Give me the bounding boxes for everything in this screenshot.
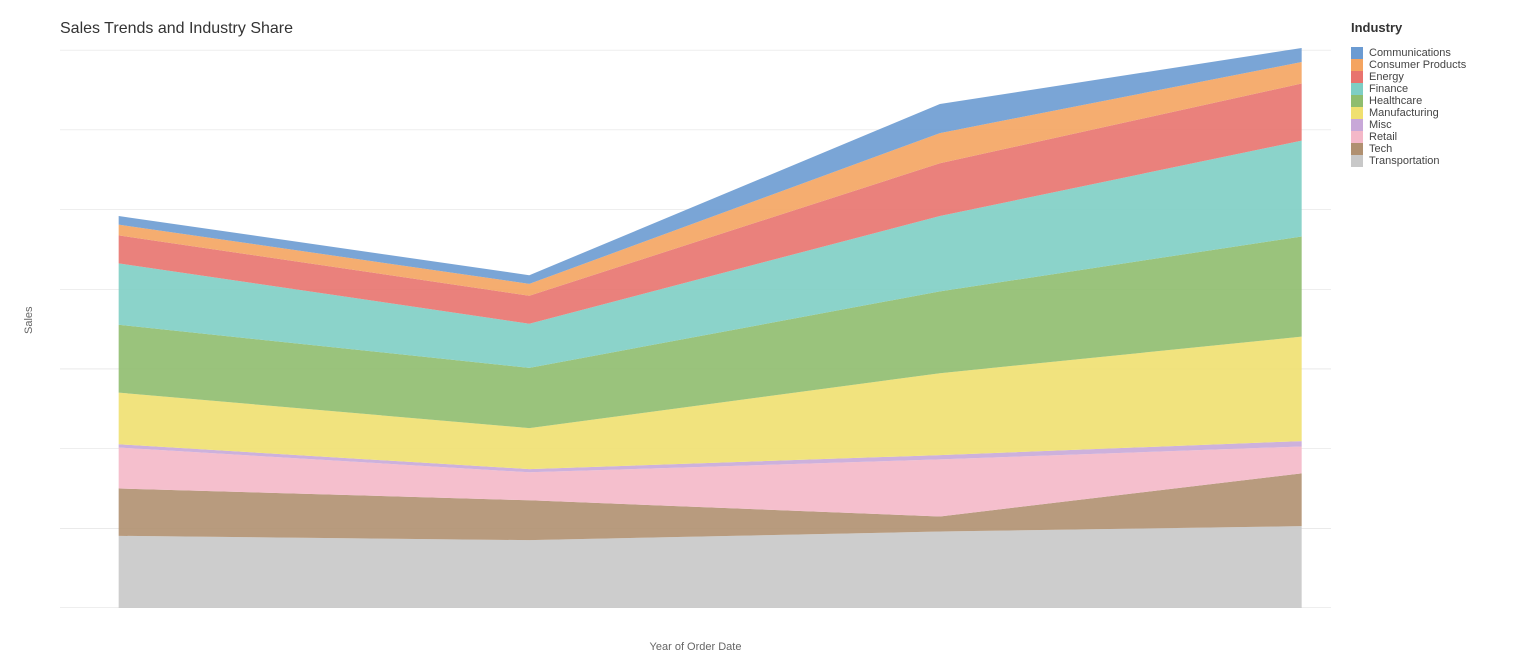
- legend-swatch: [1351, 155, 1363, 167]
- legend-item: Misc: [1351, 119, 1511, 131]
- legend-swatch: [1351, 59, 1363, 71]
- chart-title: Sales Trends and Industry Share: [60, 20, 1331, 38]
- legend-label: Consumer Products: [1369, 59, 1466, 71]
- legend-item: Consumer Products: [1351, 59, 1511, 71]
- legend-swatch: [1351, 131, 1363, 143]
- legend-label: Energy: [1369, 71, 1404, 83]
- legend-swatch: [1351, 119, 1363, 131]
- legend-label: Healthcare: [1369, 95, 1422, 107]
- legend-label: Communications: [1369, 47, 1451, 59]
- legend-item: Tech: [1351, 143, 1511, 155]
- legend-swatch: [1351, 143, 1363, 155]
- legend-swatch: [1351, 107, 1363, 119]
- legend-label: Transportation: [1369, 155, 1440, 167]
- chart-area: Sales 0K 100K 200K 300K 400K 500K 600K 7…: [60, 48, 1331, 608]
- legend-swatch: [1351, 71, 1363, 83]
- legend-item: Manufacturing: [1351, 107, 1511, 119]
- legend: Industry CommunicationsConsumer Products…: [1341, 0, 1521, 655]
- legend-label: Finance: [1369, 83, 1408, 95]
- legend-item: Healthcare: [1351, 95, 1511, 107]
- chart-container: Sales Trends and Industry Share Sales 0K…: [0, 0, 1341, 655]
- x-axis-label: Year of Order Date: [650, 641, 742, 653]
- legend-title: Industry: [1351, 20, 1511, 35]
- y-axis-label: Sales: [23, 306, 35, 334]
- legend-swatch: [1351, 83, 1363, 95]
- legend-label: Manufacturing: [1369, 107, 1439, 119]
- legend-item: Communications: [1351, 47, 1511, 59]
- legend-item: Retail: [1351, 131, 1511, 143]
- legend-swatch: [1351, 47, 1363, 59]
- legend-item: Energy: [1351, 71, 1511, 83]
- legend-swatch: [1351, 95, 1363, 107]
- legend-label: Retail: [1369, 131, 1397, 143]
- legend-label: Tech: [1369, 143, 1392, 155]
- legend-item: Finance: [1351, 83, 1511, 95]
- main-chart: 0K 100K 200K 300K 400K 500K 600K 700K 20…: [60, 48, 1331, 608]
- legend-label: Misc: [1369, 119, 1392, 131]
- legend-item: Transportation: [1351, 155, 1511, 167]
